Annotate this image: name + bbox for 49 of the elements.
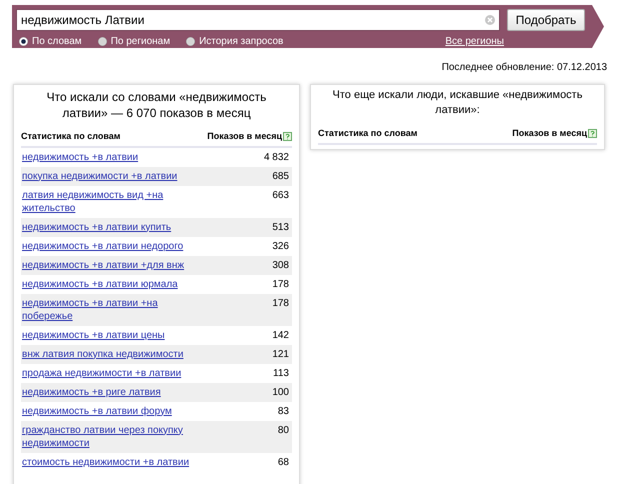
phrase-link[interactable]: внж латвия покупка недвижимости [22, 348, 207, 360]
radio-button[interactable] [98, 37, 107, 46]
search-button[interactable]: Подобрать [507, 9, 585, 31]
column-header: Статистика по словам [21, 130, 120, 143]
count-text: 308 [272, 258, 290, 272]
column-header: Показов в месяц [207, 130, 282, 143]
count-text: 178 [272, 296, 290, 310]
search-field[interactable]: недвижимость Латвии [16, 9, 500, 31]
count-text: 121 [272, 348, 290, 360]
help-icon[interactable] [588, 129, 597, 138]
count-text: 178 [272, 278, 290, 290]
count-text: 663 [272, 188, 290, 202]
count-text: 4 832 [264, 150, 290, 164]
phrase-link[interactable]: недвижимость +в латвии цены [22, 328, 207, 342]
radio-label[interactable]: По словам [32, 34, 82, 49]
phrase-link[interactable]: недвижимость +в латвии +для внж [22, 258, 207, 272]
count-text: 685 [272, 170, 290, 182]
count-text: 113 [273, 366, 290, 380]
phrase-link[interactable]: недвижимость +в латвии купить [22, 220, 207, 234]
panel-title: Что еще искали люди, искавшие «недвижимость латвии»: [332, 88, 584, 118]
phrase-link[interactable]: недвижимость +в риге латвия [22, 386, 207, 398]
count-text: 513 [272, 220, 290, 234]
panel-title: Что искали со словами «недвижимость латвии» — 6 070 показов в месяц [46, 89, 268, 121]
radio-label[interactable]: По регионам [110, 34, 170, 49]
phrase-link[interactable]: недвижимость +в латвии +на побережье [22, 296, 207, 322]
count-text: 100 [272, 386, 290, 398]
search-text: недвижимость Латвии [21, 12, 146, 29]
phrase-link[interactable]: латвия недвижимость вид +на жительство [22, 188, 207, 214]
count-text: 142 [272, 328, 290, 342]
radio-label[interactable]: История запросов [199, 34, 284, 49]
count-text: 326 [272, 240, 290, 252]
phrase-link[interactable]: недвижимость +в латвии [22, 150, 207, 164]
phrase-link[interactable]: продажа недвижимости +в латвии [22, 366, 207, 380]
radio-button[interactable] [19, 37, 28, 46]
count-text: 83 [278, 404, 290, 418]
count-text: 80 [278, 424, 290, 436]
help-icon[interactable] [283, 132, 292, 142]
phrase-link[interactable]: недвижимость +в латвии форум [22, 404, 207, 418]
column-header: Статистика по словам [318, 127, 418, 140]
column-header: Показов в месяц [512, 127, 587, 140]
last-update-text: Последнее обновление: 07.12.2013 [442, 61, 607, 75]
count-text: 68 [278, 456, 290, 468]
phrase-link[interactable]: гражданство латвии через покупку недвижимости [22, 424, 207, 450]
phrase-link[interactable]: недвижимость +в латвии недорого [22, 240, 207, 252]
phrase-link[interactable]: покупка недвижимости +в латвии [22, 170, 207, 182]
radio-button[interactable] [186, 37, 196, 46]
all-regions-link[interactable]: Все регионы [445, 34, 504, 49]
phrase-link[interactable]: стоимость недвижимости +в латвии [22, 456, 207, 468]
phrase-link[interactable]: недвижимость +в латвии юрмала [22, 278, 207, 290]
